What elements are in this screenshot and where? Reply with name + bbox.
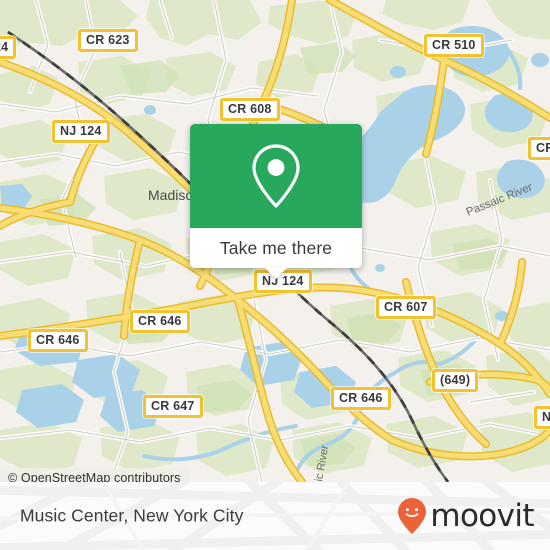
footer-bar: Music Center, New York City moovit: [0, 482, 550, 550]
popup-image-area: [190, 124, 362, 228]
shield-cr623: CR 623: [78, 29, 138, 53]
shield-cr607-label: CR 607: [384, 300, 428, 314]
shield-cr-right: CR: [528, 137, 550, 161]
shield-n-right: N: [534, 406, 550, 430]
shield-cr647-label: CR 647: [151, 399, 195, 413]
shield-nj124-tl: 24: [0, 36, 17, 60]
shield-cr510: CR 510: [424, 34, 484, 58]
shield-cr646-a: CR 646: [130, 310, 190, 334]
shield-cr646-c: CR 646: [331, 387, 391, 411]
shield-cr608-label: CR 608: [228, 102, 272, 116]
shield-cr647: CR 647: [143, 395, 203, 419]
shield-cr646-b-label: CR 646: [36, 333, 80, 347]
screenshot-root: Madison Passaic River ic River CR 623 CR …: [0, 0, 550, 550]
place-name-label: Music Center, New York City: [20, 505, 244, 526]
shield-cr646-c-label: CR 646: [339, 391, 383, 405]
shield-nj124-label: NJ 124: [60, 124, 102, 138]
shield-cr-right-label: CR: [536, 141, 550, 155]
moovit-pin-smiley-icon: [398, 498, 427, 534]
shield-cr510-label: CR 510: [432, 38, 476, 52]
shield-cr607: CR 607: [376, 296, 436, 320]
osm-attribution[interactable]: © OpenStreetMap contributors: [0, 468, 189, 482]
shield-nj124: NJ 124: [52, 120, 110, 144]
shield-nj124-tl-label: 24: [0, 40, 9, 54]
shield-cr608: CR 608: [220, 98, 280, 122]
shield-cr646-b: CR 646: [28, 329, 88, 353]
moovit-wordmark: moovit: [430, 497, 534, 534]
location-popup-card[interactable]: Take me there: [190, 124, 362, 279]
shield-649: (649): [432, 369, 479, 393]
map-pin-icon: [252, 144, 300, 208]
shield-n-right-label: N: [542, 410, 550, 424]
shield-649-label: (649): [440, 373, 471, 387]
shield-cr623-label: CR 623: [86, 33, 130, 47]
popup-pointer-tail: [265, 268, 287, 279]
shield-cr646-a-label: CR 646: [138, 314, 182, 328]
take-me-there-label: Take me there: [219, 237, 333, 258]
moovit-logo[interactable]: moovit: [397, 497, 535, 535]
take-me-there-button[interactable]: Take me there: [190, 228, 362, 279]
